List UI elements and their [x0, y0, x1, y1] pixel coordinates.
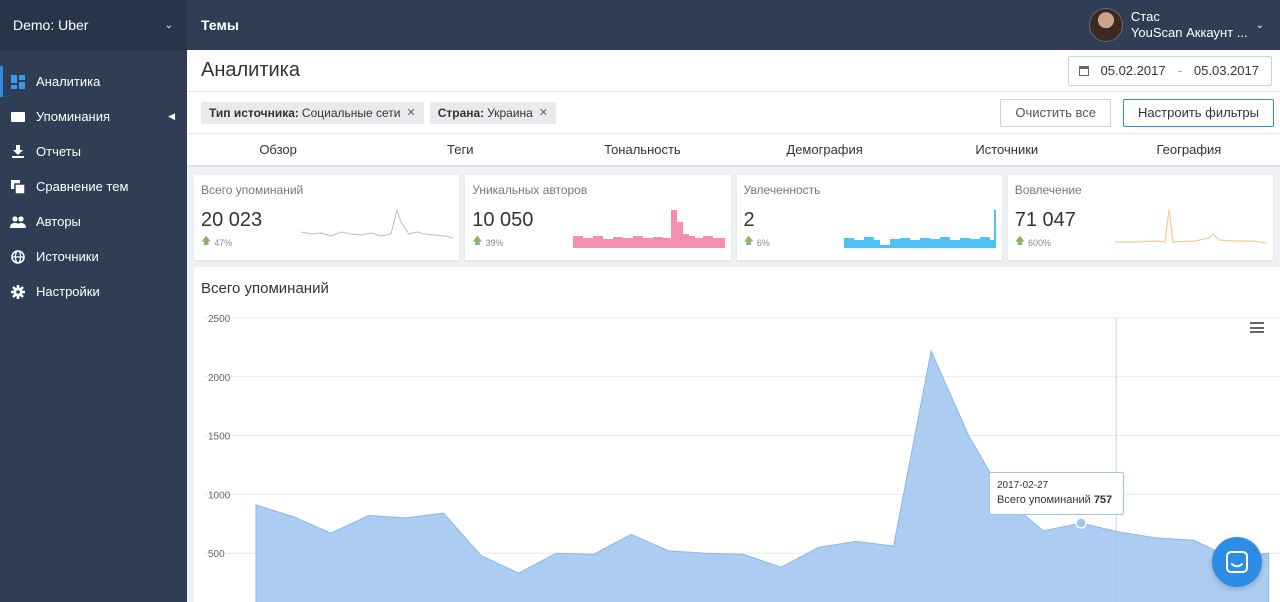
y-tick-label: 1000 — [208, 490, 231, 501]
sidebar-item-authors[interactable]: Авторы — [0, 204, 187, 239]
dashboard-icon — [10, 74, 26, 90]
avatar — [1088, 8, 1123, 42]
filter-bar: Тип источника: Социальные сети ✕ Страна:… — [187, 92, 1280, 134]
user-name: Стас — [1130, 9, 1160, 24]
metric-cards: Всего упоминаний 20 023 🡅 47% Уникальных … — [187, 167, 1280, 260]
arrow-up-icon: 🡅 — [1014, 236, 1026, 247]
metric-card-engagement-rate[interactable]: Увлеченность 2 🡅 6% — [736, 175, 1002, 260]
tab-overview[interactable]: Обзор — [187, 134, 369, 165]
sidebar-item-label: Авторы — [36, 214, 81, 229]
metric-change-value: 600% — [1028, 237, 1052, 248]
metric-label: Вовлечение — [1014, 183, 1082, 197]
sidebar-item-label: Аналитика — [36, 74, 101, 89]
filter-actions: Очистить все Настроить фильтры — [1000, 98, 1274, 127]
chip-value: Социальные сети — [301, 105, 401, 120]
sidebar-item-reports[interactable]: Отчеты — [0, 134, 187, 169]
close-icon[interactable]: ✕ — [406, 106, 415, 119]
arrow-up-icon: 🡅 — [472, 236, 483, 247]
filter-chip-source-type: Тип источника: Социальные сети ✕ — [201, 101, 424, 124]
filter-chip-country: Страна: Украина ✕ — [429, 101, 557, 124]
highlighted-point — [1075, 517, 1087, 529]
metric-change-value: 39% — [485, 237, 504, 248]
tab-geography[interactable]: География — [1098, 134, 1280, 165]
download-icon — [10, 144, 26, 160]
page-title: Аналитика — [201, 59, 300, 81]
user-menu[interactable]: Стас YouScan Аккаунт ... ⌄ — [1088, 8, 1264, 42]
close-icon[interactable]: ✕ — [539, 106, 548, 119]
chart-tooltip: 2017-02-27 Всего упоминаний 757 — [989, 472, 1124, 515]
tab-demography[interactable]: Демография — [734, 134, 916, 165]
sidebar-item-mentions[interactable]: Упоминания ◀ — [0, 99, 187, 134]
tab-sources[interactable]: Источники — [916, 134, 1098, 165]
project-selector[interactable]: Demo: Uber ⌄ — [0, 0, 187, 50]
sparkline-engagement-rate — [843, 210, 996, 248]
y-tick-label: 500 — [208, 549, 225, 560]
mentions-icon — [10, 109, 26, 125]
arrow-up-icon: 🡅 — [743, 236, 754, 247]
metric-change-value: 47% — [214, 237, 233, 248]
chat-icon — [1226, 551, 1248, 573]
main-content: Аналитика 05.02.2017 - 05.03.2017 Тип ис… — [187, 50, 1280, 602]
area-chart: 2500 2000 1500 1000 500 — [204, 314, 1280, 602]
sparkline-involvement — [1115, 209, 1267, 244]
chat-button[interactable] — [1212, 537, 1262, 587]
topbar: Темы Стас YouScan Аккаунт ... ⌄ — [187, 0, 1280, 50]
user-names: Стас YouScan Аккаунт ... — [1131, 9, 1248, 41]
date-from: 05.02.2017 — [1100, 63, 1166, 78]
topbar-title[interactable]: Темы — [201, 17, 239, 33]
tooltip-value: 757 — [1093, 494, 1113, 506]
tooltip-date: 2017-02-27 — [997, 480, 1049, 491]
clear-all-button[interactable]: Очистить все — [1000, 98, 1112, 127]
metric-label: Уникальных авторов — [472, 183, 588, 197]
sidebar: Demo: Uber ⌄ Аналитика Упоминания ◀ Отче… — [0, 0, 187, 602]
sidebar-item-settings[interactable]: Настройки — [0, 274, 187, 309]
project-name: Demo: Uber — [13, 17, 89, 33]
chip-key: Тип источника: — [209, 105, 299, 120]
metric-label: Всего упоминаний — [201, 183, 304, 197]
tooltip-label: Всего упоминаний — [997, 494, 1091, 506]
filter-chips: Тип источника: Социальные сети ✕ Страна:… — [201, 101, 557, 124]
globe-icon — [10, 249, 26, 265]
chevron-left-icon: ◀ — [168, 111, 175, 121]
sidebar-item-label: Сравнение тем — [36, 179, 129, 194]
tab-tags[interactable]: Теги — [369, 134, 551, 165]
metric-card-mentions[interactable]: Всего упоминаний 20 023 🡅 47% — [194, 175, 460, 260]
account-name: YouScan Аккаунт ... — [1130, 25, 1248, 40]
chevron-down-icon: ⌄ — [164, 19, 173, 31]
sparkline-mentions — [301, 208, 454, 239]
date-to: 05.03.2017 — [1193, 63, 1259, 78]
sidebar-item-label: Упоминания — [36, 109, 111, 124]
sidebar-nav: Аналитика Упоминания ◀ Отчеты Сравнение … — [0, 64, 187, 309]
metric-change-value: 6% — [756, 237, 770, 248]
gear-icon — [10, 284, 26, 300]
sidebar-item-compare[interactable]: Сравнение тем — [0, 169, 187, 204]
arrow-up-icon: 🡅 — [201, 236, 212, 247]
sidebar-item-label: Настройки — [36, 284, 100, 299]
page-header: Аналитика 05.02.2017 - 05.03.2017 — [187, 50, 1280, 92]
tab-bar: Обзор Теги Тональность Демография Источн… — [187, 134, 1280, 167]
chip-value: Украина — [487, 105, 533, 120]
date-separator: - — [1177, 63, 1182, 78]
sidebar-item-label: Отчеты — [36, 144, 81, 159]
metric-card-involvement[interactable]: Вовлечение 71 047 🡅 600% — [1007, 175, 1273, 260]
metric-label: Увлеченность — [743, 183, 821, 197]
sparkline-authors — [572, 210, 725, 248]
date-range-picker[interactable]: 05.02.2017 - 05.03.2017 — [1067, 55, 1272, 86]
tooltip-value-line: Всего упоминаний 757 — [997, 493, 1116, 508]
compare-icon — [10, 179, 26, 195]
chevron-down-icon: ⌄ — [1255, 19, 1264, 31]
y-tick-label: 2500 — [208, 314, 231, 325]
sidebar-item-label: Источники — [36, 249, 99, 264]
y-tick-label: 2000 — [208, 373, 231, 384]
mentions-chart: Всего упоминаний 2500 2000 1500 1000 500 201… — [194, 267, 1280, 602]
users-icon — [10, 214, 26, 230]
chip-key: Страна: — [437, 105, 485, 120]
y-tick-label: 1500 — [208, 432, 231, 443]
metric-card-authors[interactable]: Уникальных авторов 10 050 🡅 39% — [465, 175, 731, 260]
calendar-icon — [1078, 65, 1089, 76]
configure-filters-button[interactable]: Настроить фильтры — [1123, 98, 1274, 127]
sidebar-item-analytics[interactable]: Аналитика — [0, 64, 187, 99]
tab-sentiment[interactable]: Тональность — [551, 134, 733, 165]
sidebar-item-sources[interactable]: Источники — [0, 239, 187, 274]
